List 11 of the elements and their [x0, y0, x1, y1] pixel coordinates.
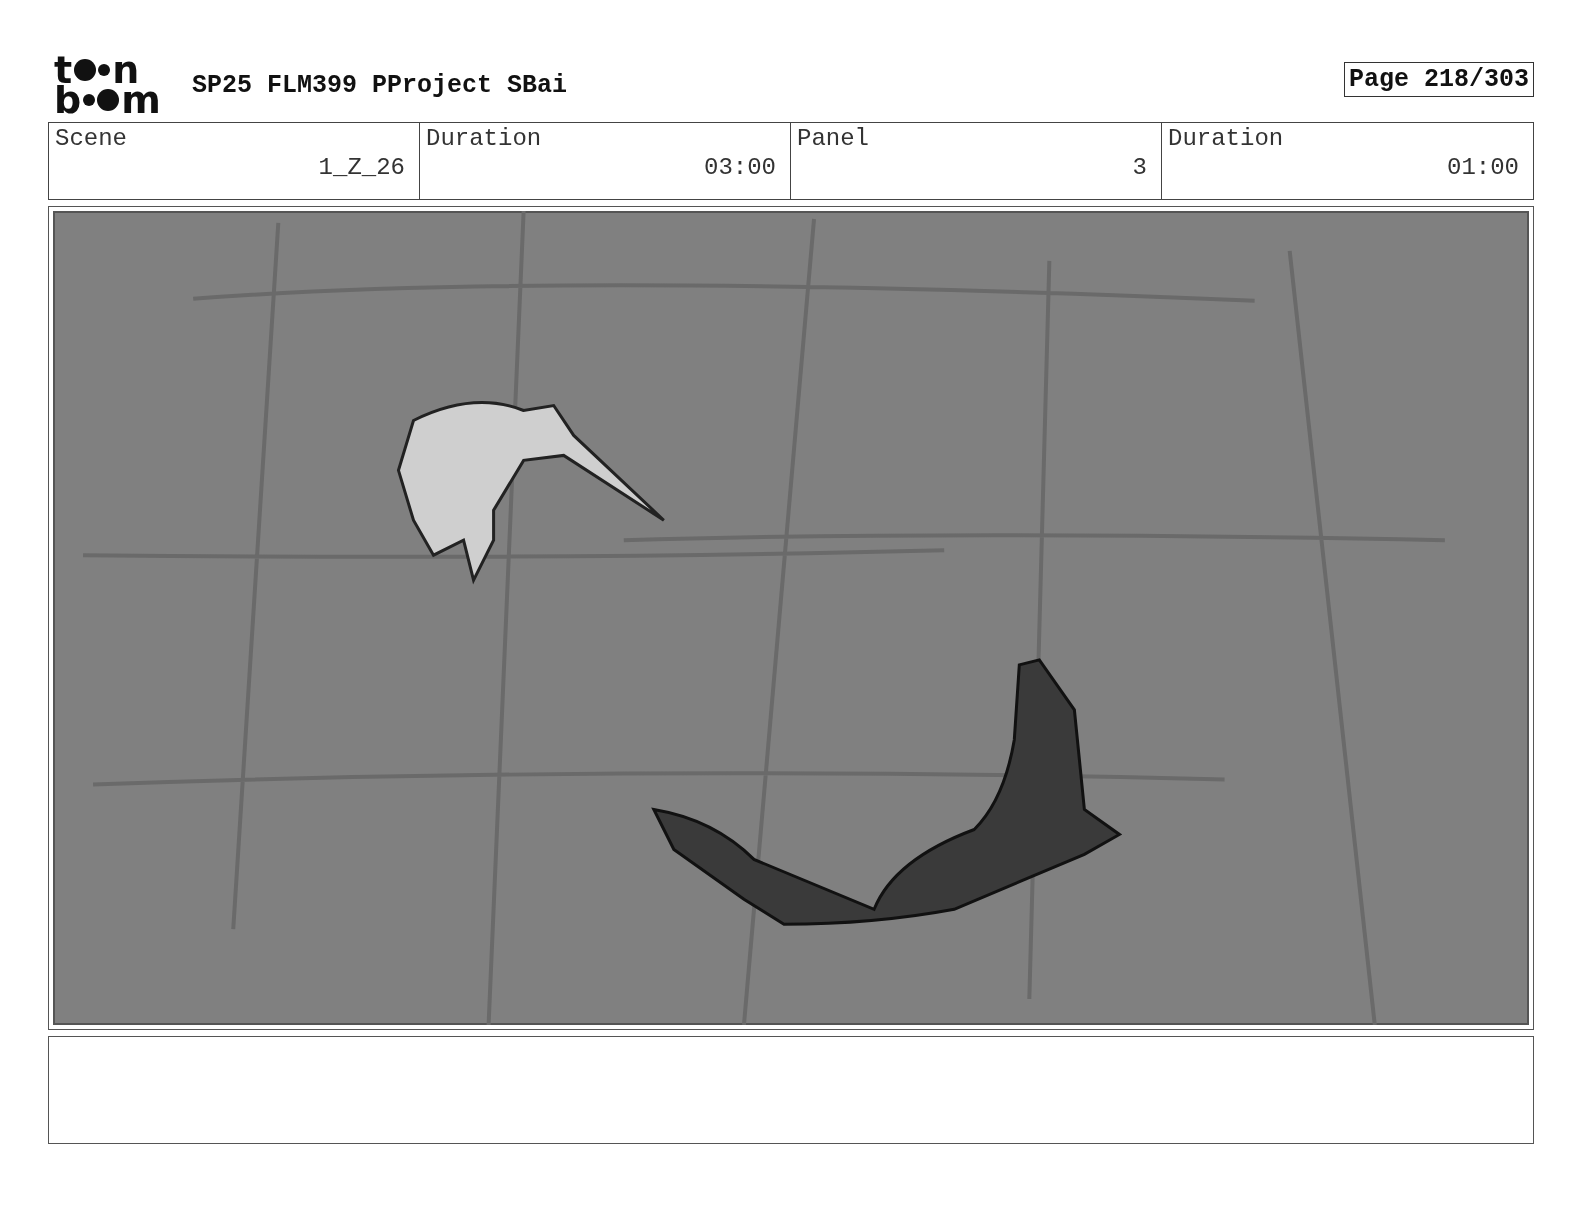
field-label: Duration	[1168, 125, 1284, 152]
field-value: 03:00	[704, 154, 776, 181]
field-label: Panel	[797, 125, 869, 152]
field-value: 1_Z_26	[318, 154, 405, 181]
field-label: Scene	[55, 125, 127, 152]
field-value: 3	[1132, 154, 1147, 181]
project-title: SP25 FLM399 PProject SBai	[192, 70, 568, 100]
page-number: Page 218/303	[1343, 61, 1534, 97]
field-label: Duration	[426, 125, 542, 152]
field-value: 01:00	[1447, 154, 1519, 181]
logo: t n b m	[54, 55, 162, 115]
